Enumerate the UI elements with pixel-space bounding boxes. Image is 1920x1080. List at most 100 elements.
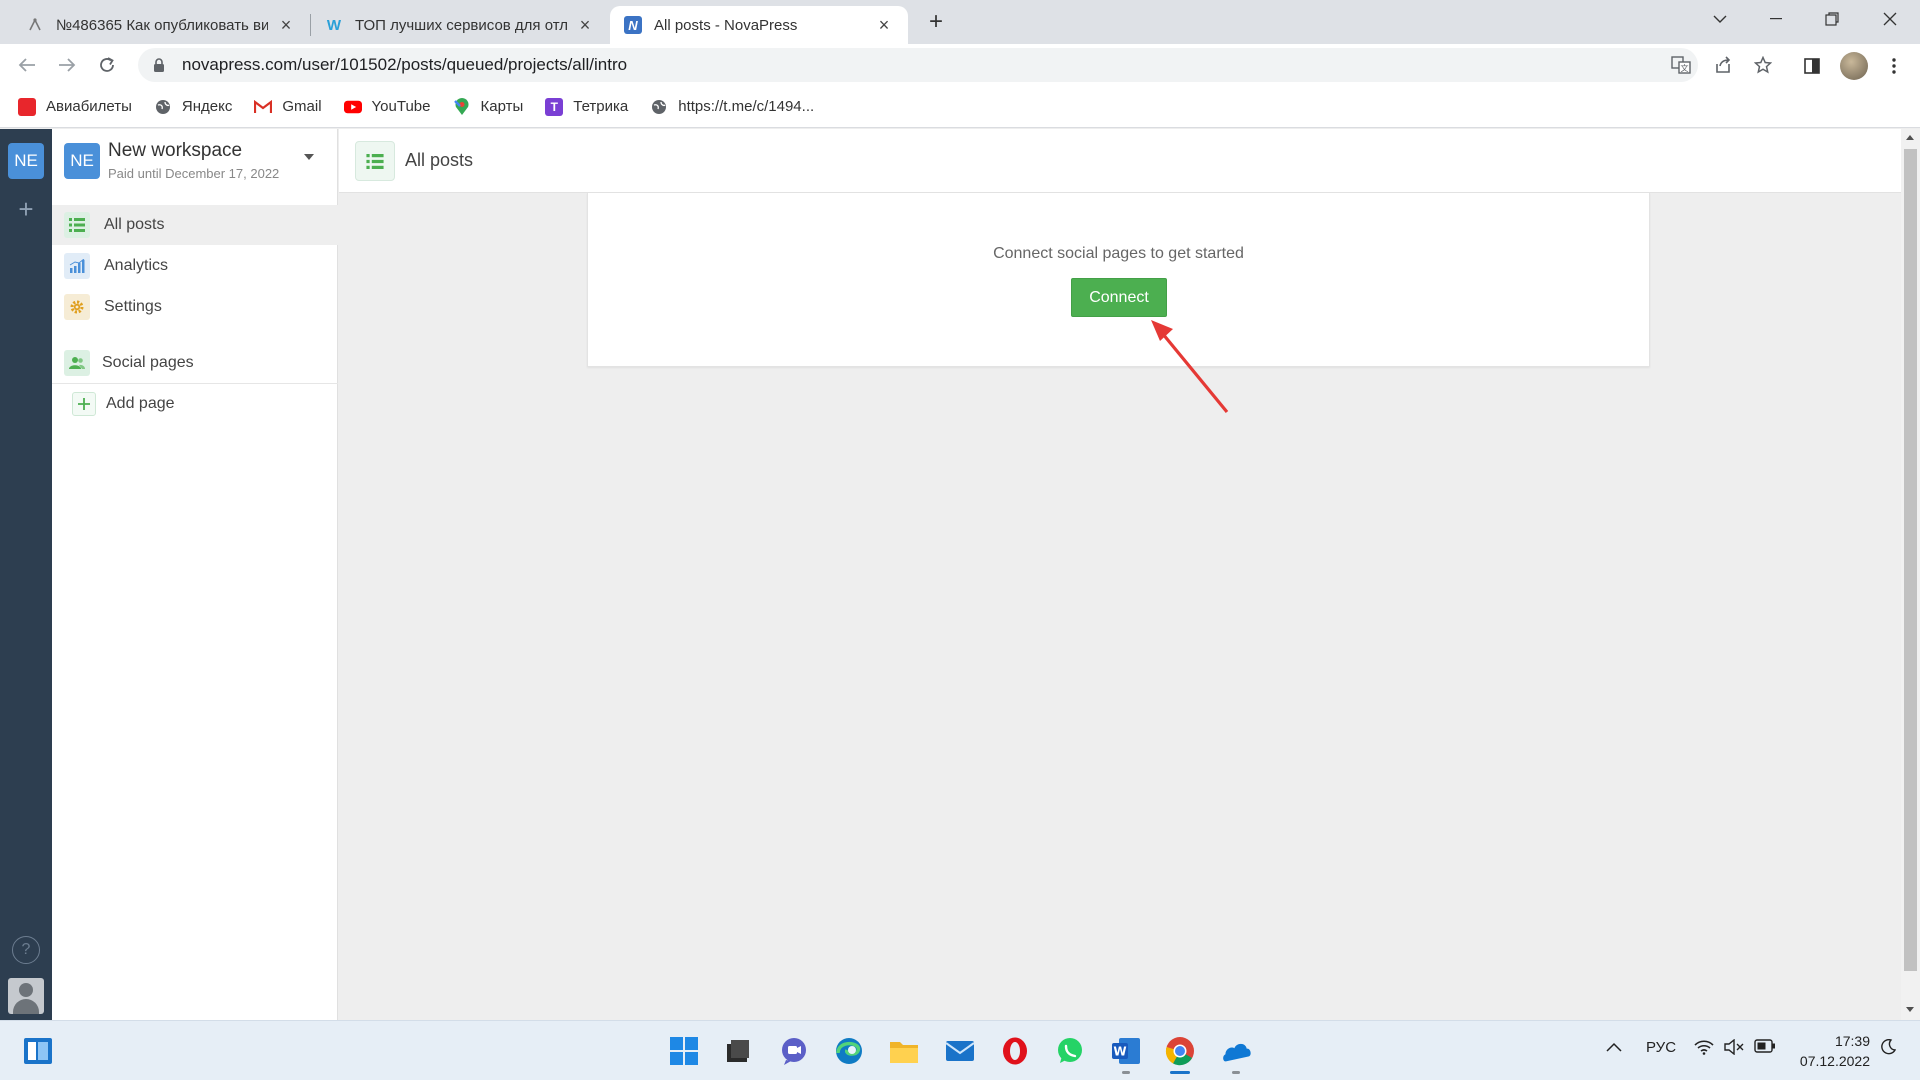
tray-overflow-icon[interactable] (1606, 1039, 1622, 1056)
browser-tab-strip: №486365 Как опубликовать ви × W ТОП лучш… (0, 0, 1920, 44)
sidebar: NE New workspace Paid until December 17,… (52, 129, 338, 1020)
word-icon[interactable]: W (1110, 1035, 1142, 1067)
sidebar-item-settings[interactable]: Settings (52, 287, 338, 327)
minimize-button[interactable] (1748, 0, 1804, 38)
widgets-icon[interactable] (22, 1035, 54, 1067)
connect-button[interactable]: Connect (1071, 278, 1167, 317)
gmail-icon (254, 98, 273, 116)
connect-prompt: Connect social pages to get started (993, 245, 1244, 262)
page-title: All posts (405, 150, 474, 170)
sidebar-item-label: Add page (106, 395, 175, 412)
chart-icon (64, 253, 90, 279)
bookmark-telegram-link[interactable]: https://t.me/c/1494... (650, 98, 814, 116)
battery-icon[interactable] (1754, 1039, 1776, 1057)
svg-text:W: W (1113, 1045, 1126, 1059)
bookmark-gmail[interactable]: Gmail (254, 98, 322, 116)
svg-text:文: 文 (1681, 63, 1689, 73)
workspace-avatar: NE (64, 143, 100, 179)
volume-muted-icon[interactable] (1724, 1038, 1744, 1059)
youtube-icon (343, 98, 362, 116)
content-header: All posts (339, 129, 1901, 193)
close-window-button[interactable] (1862, 0, 1918, 38)
maps-icon (453, 97, 471, 116)
annotation-arrow-icon (1151, 320, 1229, 414)
tab-search-chevron-icon[interactable] (1692, 0, 1748, 38)
mail-icon[interactable] (944, 1035, 976, 1067)
language-indicator[interactable]: РУС (1646, 1039, 1676, 1056)
add-page-button[interactable]: Add page (52, 384, 338, 424)
tab-title: All posts - NovaPress (654, 16, 798, 34)
sidebar-item-label: Settings (104, 298, 162, 315)
tab-3-active[interactable]: N All posts - NovaPress × (610, 6, 908, 44)
workspace-switcher[interactable]: NE New workspace Paid until December 17,… (52, 129, 338, 201)
chrome-icon[interactable] (1164, 1035, 1196, 1067)
sidebar-item-analytics[interactable]: Analytics (52, 246, 338, 286)
explorer-icon[interactable] (888, 1035, 920, 1067)
tab-1[interactable]: №486365 Как опубликовать ви × (12, 6, 310, 44)
help-icon[interactable]: ? (12, 936, 40, 964)
close-icon[interactable]: × (575, 15, 595, 35)
clock-time: 17:39 (1834, 1033, 1870, 1049)
connect-card: Connect social pages to get started Conn… (587, 193, 1650, 367)
rail-workspace-avatar[interactable]: NE (8, 143, 44, 179)
users-icon (64, 350, 90, 376)
whatsapp-icon[interactable] (1054, 1035, 1086, 1067)
restore-button[interactable] (1804, 0, 1860, 38)
sidebar-item-label: Analytics (104, 257, 169, 274)
browser-toolbar: novapress.com/user/101502/posts/queued/p… (0, 44, 1920, 86)
url-text: novapress.com/user/101502/posts/queued/p… (182, 55, 628, 74)
side-panel-icon[interactable] (1800, 54, 1824, 78)
edge-icon[interactable] (833, 1035, 865, 1067)
bookmark-label: Яндекс (181, 98, 233, 115)
bookmark-karty[interactable]: Карты (453, 97, 524, 116)
workspace-paid-until: Paid until December 17, 2022 (108, 166, 280, 181)
bookmark-tetrika[interactable]: T Тетрика (545, 97, 629, 116)
teams-chat-icon[interactable] (778, 1035, 810, 1067)
sidebar-section-social-pages[interactable]: Social pages (52, 343, 338, 383)
opera-icon[interactable] (999, 1035, 1031, 1067)
share-icon[interactable] (1712, 54, 1734, 76)
add-workspace-icon[interactable]: + (12, 194, 40, 224)
bookmark-youtube[interactable]: YouTube (343, 98, 431, 116)
close-icon[interactable]: × (874, 15, 894, 35)
wifi-icon[interactable] (1694, 1039, 1714, 1059)
bookmark-yandex[interactable]: Яндекс (154, 98, 232, 116)
back-icon[interactable] (12, 50, 42, 80)
forward-icon[interactable] (52, 50, 82, 80)
page-scrollbar[interactable] (1901, 129, 1920, 1020)
reload-icon[interactable] (92, 50, 122, 80)
globe-icon (650, 98, 668, 116)
translate-icon[interactable]: 文 (1670, 54, 1692, 76)
file-manager-icon[interactable] (722, 1035, 754, 1067)
focus-moon-icon[interactable] (1880, 1038, 1897, 1059)
w-logo-icon: W (326, 16, 342, 34)
system-clock[interactable]: 17:39 07.12.2022 (1790, 1031, 1870, 1071)
close-icon[interactable]: × (276, 15, 296, 35)
scroll-up-icon[interactable] (1906, 135, 1914, 140)
bookmark-aviabilety[interactable]: Авиабилеты (18, 97, 132, 116)
onedrive-icon[interactable] (1220, 1035, 1252, 1067)
address-bar[interactable]: novapress.com/user/101502/posts/queued/p… (138, 48, 1698, 82)
gear-icon (64, 294, 90, 320)
sidebar-item-label: Social pages (102, 354, 194, 371)
scroll-down-icon[interactable] (1906, 1007, 1914, 1012)
tickets-icon (18, 97, 36, 116)
bookmark-label: Карты (480, 98, 524, 115)
workspace-name: New workspace (108, 140, 243, 161)
flow-icon (26, 16, 44, 34)
tab-2[interactable]: W ТОП лучших сервисов для отло × (311, 6, 609, 44)
globe-icon (154, 98, 172, 116)
sidebar-item-all-posts[interactable]: All posts (52, 205, 338, 245)
plus-icon (72, 392, 96, 416)
start-icon[interactable] (668, 1035, 700, 1067)
list-icon (355, 141, 395, 181)
profile-avatar[interactable] (1840, 52, 1868, 80)
user-avatar[interactable] (8, 978, 44, 1014)
list-icon (64, 212, 90, 238)
bookmark-label: Тетрика (573, 98, 629, 115)
lock-icon (154, 58, 164, 72)
new-tab-button[interactable]: + (922, 8, 950, 36)
scroll-thumb[interactable] (1904, 149, 1917, 971)
more-menu-icon[interactable] (1882, 54, 1906, 78)
bookmark-star-icon[interactable] (1752, 54, 1774, 76)
